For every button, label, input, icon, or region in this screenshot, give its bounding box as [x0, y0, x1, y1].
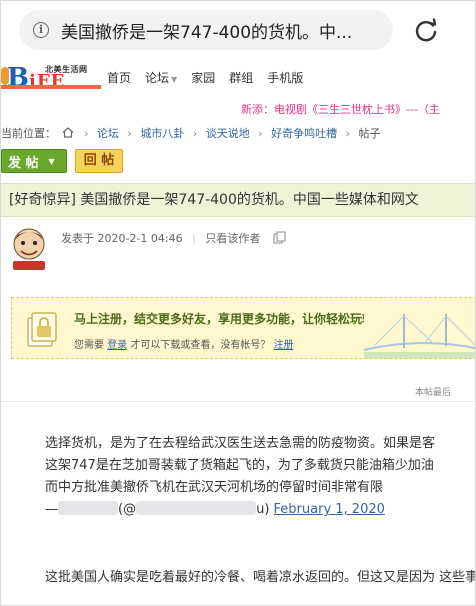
breadcrumb-forum[interactable]: 论坛 — [97, 127, 119, 140]
post-meta: 发表于 2020-2-1 04:46 | 只看该作者 — [61, 230, 260, 246]
redacted-block — [136, 501, 257, 515]
post-line: 这些事，中国媒体没有正当报道也就算了。但利用货机撤侨这件事职 — [439, 570, 476, 585]
post-line: 这架747是在芝加哥装载了货箱起飞的，为了多载货只能油箱少加油 — [45, 458, 434, 473]
home-icon[interactable] — [62, 127, 74, 138]
post-body: 选择货机，是为了在去程给武汉医生送去急需的防疫物资。如果是客 这架747是在芝加… — [45, 433, 475, 521]
copy-icon[interactable] — [273, 231, 286, 244]
post-line: 而中方批准美撤侨飞机在武汉天河机场的停留时间非常有限 — [45, 480, 384, 495]
tweet-date-link[interactable]: February 1, 2020 — [274, 502, 385, 517]
breadcrumb-city-gossip[interactable]: 城市八卦 — [140, 127, 184, 140]
register-sub-1: 您需要 — [74, 340, 104, 351]
reload-icon[interactable] — [411, 16, 441, 46]
page: i 美国撤侨是一架747-400的货机。中... B iFE 北美生活网 首页 … — [0, 0, 476, 606]
chevron-down-icon: ▼ — [171, 75, 178, 84]
post-line: 选择货机，是为了在去程给武汉医生送去急需的防疫物资。如果是客 — [45, 436, 436, 451]
nav-item-family[interactable]: 家园 — [191, 69, 215, 86]
nav-item-groups[interactable]: 群组 — [229, 69, 253, 86]
info-icon[interactable]: i — [33, 22, 49, 38]
nav-item-home[interactable]: 首页 — [107, 69, 131, 86]
last-edit-note: 本帖最后 — [415, 388, 452, 398]
breadcrumb-prefix: 当前位置： — [1, 127, 56, 140]
new-post-button[interactable]: 发 帖 ▼ — [1, 149, 67, 173]
nav-label: 群组 — [229, 71, 254, 85]
site-logo[interactable]: B iFE 北美生活网 — [1, 63, 101, 93]
register-notice: 马上注册，结交更多好友，享用更多功能，让你轻松玩转社区。 您需要 登录 才可以下… — [11, 297, 475, 359]
nav-label: 手机版 — [267, 71, 304, 85]
register-sub-text: 您需要 登录 才可以下载或查看，没有帐号？ 注册 — [74, 336, 294, 351]
redacted-block — [58, 501, 118, 515]
reply-button[interactable]: 回 帖 — [75, 149, 123, 173]
lock-icon — [27, 312, 57, 347]
post-line: 这批美国人确实是吃着最好的冷餐、喝着凉水返回的。但这又是因为 — [45, 570, 436, 585]
meta-divider: | — [192, 232, 196, 245]
breadcrumb-debate[interactable]: 好奇争鸣吐槽 — [271, 127, 337, 140]
nav-label: 首页 — [107, 71, 132, 85]
breadcrumb-sep: › — [84, 127, 89, 140]
breadcrumb: 当前位置： › 论坛 › 城市八卦 › 谈天说地 › 好奇争鸣吐槽 › 帖子 — [1, 125, 381, 141]
post-signature: — (@ u) February 1, 2020 — [45, 499, 475, 521]
thread-title: [好奇惊异] 美国撤侨是一架747-400的货机。中国一些媒体和网文 — [1, 183, 475, 217]
nav-item-mobile[interactable]: 手机版 — [267, 69, 303, 86]
address-bar[interactable]: i 美国撤侨是一架747-400的货机。中... — [19, 10, 393, 50]
nav-label: 论坛 — [145, 71, 170, 85]
sig-prefix: — — [45, 502, 58, 517]
new-post-label: 发 帖 — [8, 155, 39, 171]
nav-label: 家园 — [191, 71, 216, 85]
avatar[interactable] — [7, 225, 51, 271]
sig-suffix: u) — [256, 502, 270, 517]
nav-item-forum[interactable]: 论坛 ▼ — [145, 69, 177, 86]
logo-bar — [1, 85, 101, 89]
register-sub-2: 才可以下载或查看，没有帐号？ — [130, 340, 271, 351]
promo-link[interactable]: 新添：电视剧《三生三世枕上书》---（主 — [241, 101, 440, 117]
chevron-down-icon[interactable]: ▼ — [49, 157, 55, 166]
site-nav: B iFE 北美生活网 首页 论坛 ▼ 家园 群组 手机版 — [1, 63, 475, 93]
nav-items: 首页 论坛 ▼ 家园 群组 手机版 — [107, 69, 317, 86]
post-body-2: 这批美国人确实是吃着最好的冷餐、喝着凉水返回的。但这又是因为 这些事，中国媒体没… — [45, 567, 476, 589]
signup-link[interactable]: 注册 — [274, 340, 294, 351]
login-link[interactable]: 登录 — [107, 340, 127, 351]
breadcrumb-sep: › — [127, 127, 132, 140]
only-author-link[interactable]: 只看该作者 — [205, 232, 260, 245]
breadcrumb-current: 帖子 — [358, 127, 381, 140]
breadcrumb-sep: › — [345, 127, 351, 140]
divider — [1, 401, 475, 402]
sig-at: (@ — [118, 502, 137, 517]
register-main-text: 马上注册，结交更多好友，享用更多功能，让你轻松玩转社区。 — [74, 312, 411, 326]
bridge-illustration — [364, 306, 475, 358]
browser-toolbar: i 美国撤侨是一架747-400的货机。中... — [1, 1, 475, 61]
breadcrumb-chat[interactable]: 谈天说地 — [206, 127, 250, 140]
address-text[interactable]: 美国撤侨是一架747-400的货机。中... — [61, 18, 381, 43]
breadcrumb-sep: › — [258, 127, 263, 140]
logo-top-text: 北美生活网 — [45, 65, 88, 74]
breadcrumb-sep: › — [192, 127, 198, 140]
post-time: 发表于 2020-2-1 04:46 — [61, 232, 183, 245]
